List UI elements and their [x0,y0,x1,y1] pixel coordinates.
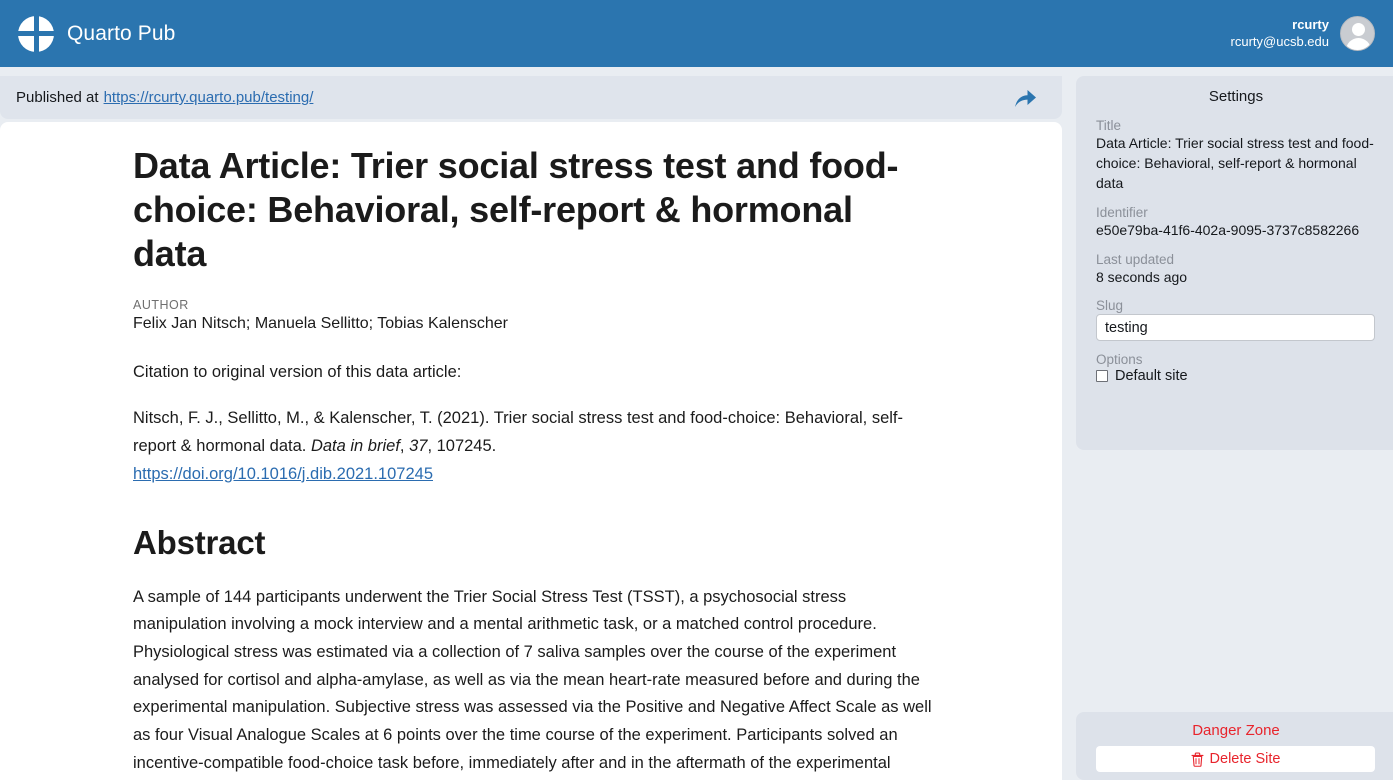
default-site-label: Default site [1115,368,1188,385]
last-updated-field-label: Last updated [1096,251,1175,267]
title-field-label: Title [1096,118,1122,133]
settings-panel: Settings Title Data Article: Trier socia… [1076,76,1393,450]
page-title: Data Article: Trier social stress test a… [133,145,899,274]
user-name: rcurty [1292,17,1329,33]
slug-field-label: Slug [1096,298,1124,314]
citation-journal: Data in brief [310,437,400,456]
delete-site-label: Delete Site [1209,751,1281,767]
citation-volume: 37 [409,437,428,456]
citation-intro: Citation to original version of this dat… [133,362,462,381]
avatar-head [1352,23,1365,36]
published-prefix: Published at [16,89,99,106]
published-url-link[interactable]: https://rcurty.quarto.pub/testing/ [104,89,314,106]
citation-separator: , [399,437,410,456]
brand-name: Quarto Pub [67,21,176,45]
default-site-checkbox[interactable] [1096,370,1108,383]
citation-doi-link[interactable]: https://doi.org/10.1016/j.dib.2021.10724… [133,465,433,483]
user-avatar-icon[interactable] [1340,16,1375,51]
abstract-body: A sample of 144 participants underwent t… [133,587,932,772]
author-names: Felix Jan Nitsch; Manuela Sellitto; Tobi… [133,314,508,332]
delete-site-button[interactable]: Delete Site [1096,746,1375,772]
user-email: rcurty@ucsb.edu [1230,33,1329,49]
trash-icon [1190,752,1204,767]
identifier-field-value: e50e79ba-41f6-402a-9095-3737c8582266 [1096,221,1360,238]
abstract-heading: Abstract [133,523,266,561]
document-preview-panel: Data Article: Trier social stress test a… [0,122,1062,780]
brand[interactable]: Quarto Pub [18,15,176,52]
last-updated-field-value: 8 seconds ago [1096,268,1188,285]
top-navigation-bar: Quarto Pub rcurty rcurty@ucsb.edu [0,0,1393,67]
avatar-body [1346,38,1371,50]
citation-text-2: , 107245. [427,437,497,456]
citation-block: Nitsch, F. J., Sellitto, M., & Kalensche… [133,405,932,488]
user-info: rcurty rcurty@ucsb.edu [1231,17,1329,50]
danger-zone-panel: Danger Zone Delete Site [1076,712,1393,780]
citation-text-1: Nitsch, F. J., Sellitto, M., & Kalensche… [133,409,904,456]
slug-input[interactable] [1096,314,1375,342]
title-field-value: Data Article: Trier social stress test a… [1096,135,1374,191]
options-field-label: Options [1096,352,1143,368]
author-label: AUTHOR [133,297,189,312]
identifier-field-label: Identifier [1096,204,1148,220]
share-arrow-icon[interactable] [1010,83,1040,113]
settings-heading: Settings [1208,88,1264,105]
danger-zone-heading: Danger Zone [1192,722,1280,739]
default-site-option-row[interactable]: Default site [1096,368,1376,384]
quarto-logo-icon [18,15,54,52]
user-menu[interactable]: rcurty rcurty@ucsb.edu [1231,16,1375,51]
published-banner: Published at https://rcurty.quarto.pub/t… [0,76,1062,119]
